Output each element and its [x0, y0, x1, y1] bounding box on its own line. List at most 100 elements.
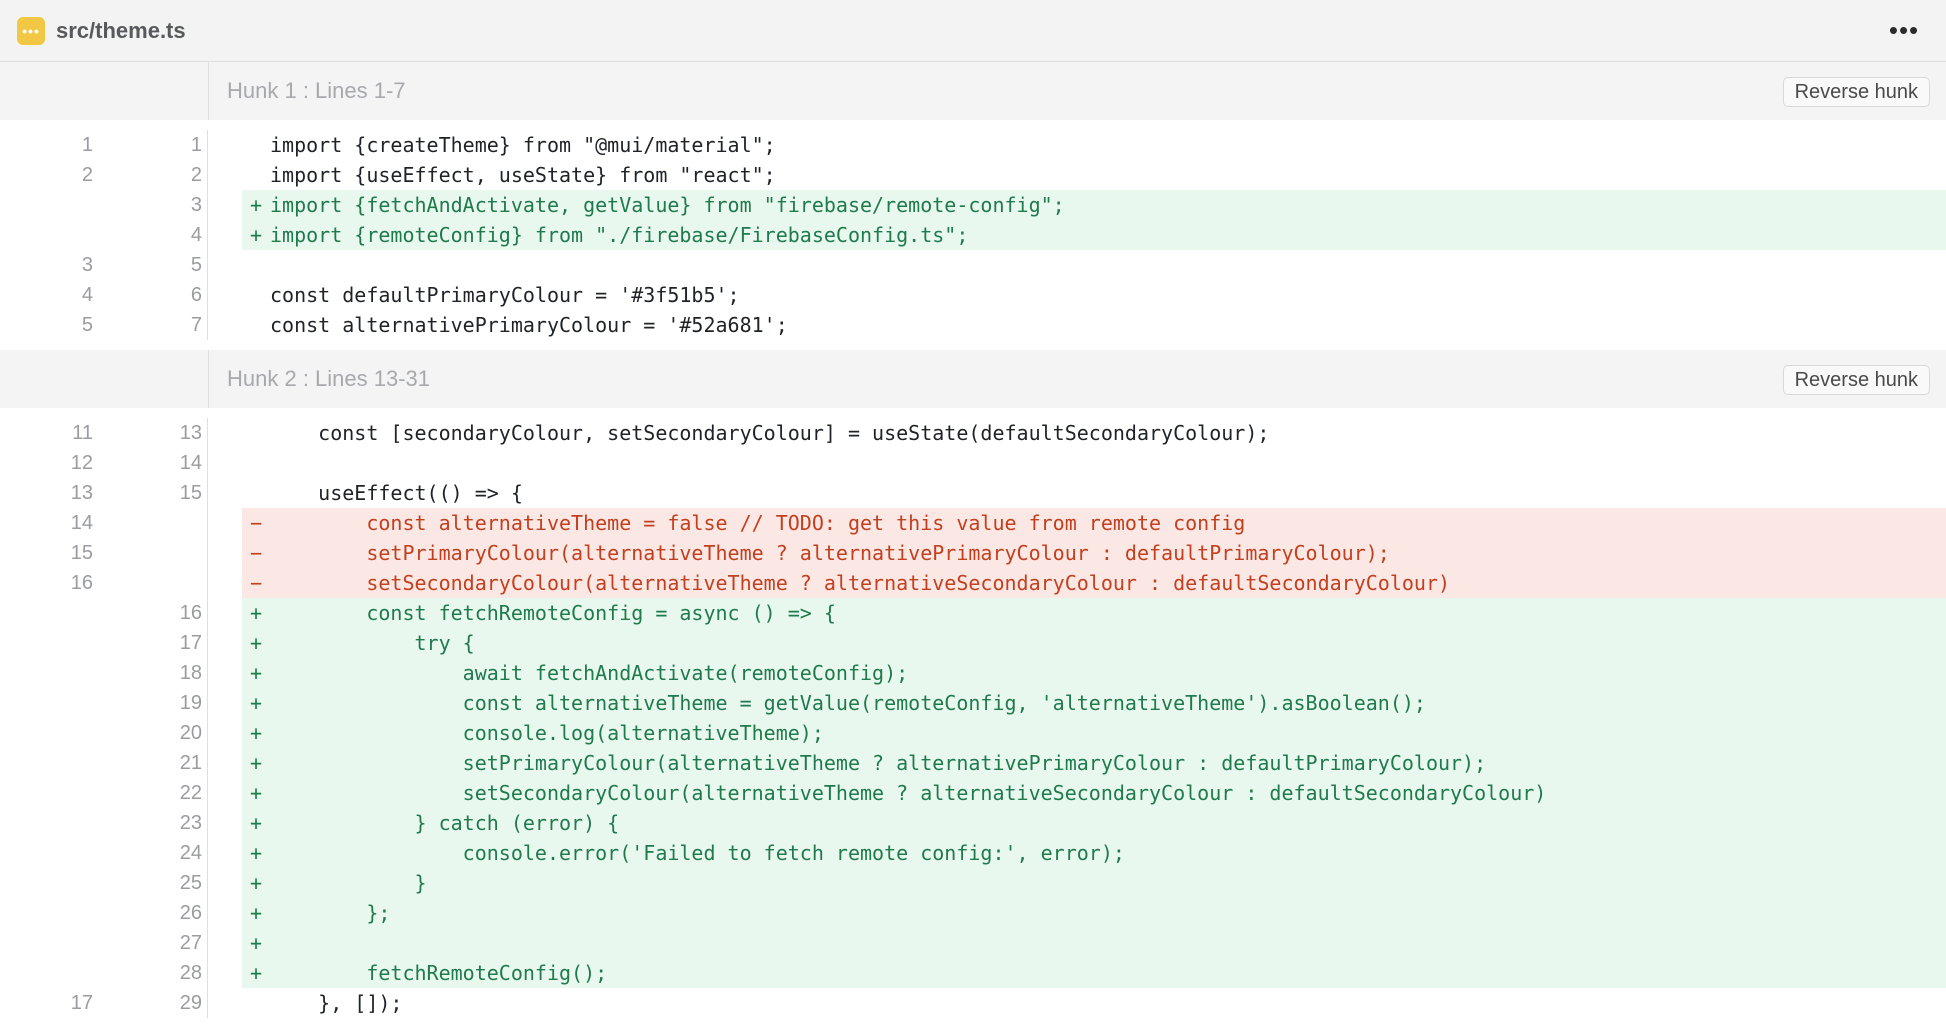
code-cell: + } catch (error) {: [242, 808, 1946, 838]
new-line-number: 20: [104, 718, 208, 748]
hunk-gutter: [0, 350, 209, 408]
old-line-number: [0, 598, 104, 628]
added-line: 27 +: [0, 928, 1946, 958]
hunk-header: Hunk 1 : Lines 1-7 Reverse hunk: [0, 62, 1946, 120]
new-line-number: 23: [104, 808, 208, 838]
hunk-title: Hunk 2 : Lines 13-31: [227, 366, 431, 391]
code-cell: + const fetchRemoteConfig = async () => …: [242, 598, 1946, 628]
diff-sign: +: [249, 961, 263, 985]
context-line: 5 7 const alternativePrimaryColour = '#52a…: [0, 310, 1946, 340]
diff-sign: +: [249, 661, 263, 685]
new-line-number: 3: [104, 190, 208, 220]
new-line-number: [104, 538, 208, 568]
code-cell: + await fetchAndActivate(remoteConfig);: [242, 658, 1946, 688]
reverse-hunk-button[interactable]: Reverse hunk: [1782, 77, 1930, 107]
context-line: 11 13 const [secondaryColour, setSecondar…: [0, 418, 1946, 448]
new-line-number: 15: [104, 478, 208, 508]
added-line: 26 + };: [0, 898, 1946, 928]
code-cell: + fetchRemoteConfig();: [242, 958, 1946, 988]
code-text: import {useEffect, useState} from "react…: [270, 163, 776, 187]
context-line: 2 2 import {useEffect, useState} from "rea…: [0, 160, 1946, 190]
new-line-number: 29: [104, 988, 208, 1018]
diff-sign: −: [249, 541, 263, 565]
old-line-number: [0, 718, 104, 748]
code-cell: + const alternativeTheme = getValue(remo…: [242, 688, 1946, 718]
added-line: 19 + const alternativeTheme = getValue(re…: [0, 688, 1946, 718]
diff-sign: +: [249, 691, 263, 715]
hunk-title: Hunk 1 : Lines 1-7: [227, 78, 406, 103]
old-line-number: [0, 190, 104, 220]
code-cell: [242, 250, 1946, 280]
code-cell: + console.log(alternativeTheme);: [242, 718, 1946, 748]
old-line-number: [0, 808, 104, 838]
code-cell: +: [242, 928, 1946, 958]
diff-sign: +: [249, 631, 263, 655]
diff-sign: +: [249, 781, 263, 805]
diff-sign: +: [249, 223, 263, 247]
diff-sign: +: [249, 193, 263, 217]
code-text: }: [270, 871, 427, 895]
diff-sign: +: [249, 901, 263, 925]
new-line-number: 18: [104, 658, 208, 688]
new-line-number: 4: [104, 220, 208, 250]
hunk-body: 11 13 const [secondaryColour, setSecondar…: [0, 408, 1946, 1018]
diff-sign: +: [249, 721, 263, 745]
more-options-button[interactable]: •••: [1882, 14, 1926, 46]
code-text: fetchRemoteConfig();: [270, 961, 608, 985]
added-line: 16 + const fetchRemoteConfig = async () =…: [0, 598, 1946, 628]
diff-sign: +: [249, 931, 263, 955]
new-line-number: 14: [104, 448, 208, 478]
code-cell: + console.error('Failed to fetch remote …: [242, 838, 1946, 868]
file-path: src/theme.ts: [56, 17, 186, 43]
diff-sign: +: [249, 871, 263, 895]
added-line: 22 + setSecondaryColour(alternativeTheme …: [0, 778, 1946, 808]
old-line-number: 16: [70, 572, 93, 594]
code-text: const alternativeTheme = getValue(remote…: [270, 691, 1426, 715]
context-line: 13 15 useEffect(() => {: [0, 478, 1946, 508]
new-line-number: 21: [104, 748, 208, 778]
new-line-number: 6: [104, 280, 208, 310]
code-cell: − setSecondaryColour(alternativeTheme ? …: [242, 568, 1946, 598]
added-line: 17 + try {: [0, 628, 1946, 658]
added-line: 3 + import {fetchAndActivate, getValue} fr…: [0, 190, 1946, 220]
code-cell: useEffect(() => {: [242, 478, 1946, 508]
context-line: 4 6 const defaultPrimaryColour = '#3f51b5'…: [0, 280, 1946, 310]
code-text: const alternativeTheme = false // TODO: …: [270, 511, 1246, 535]
code-cell: + import {remoteConfig} from "./firebase/…: [242, 220, 1946, 250]
removed-line: 15 − setPrimaryColour(alternativeTheme ? …: [0, 538, 1946, 568]
code-text: setSecondaryColour(alternativeTheme ? al…: [270, 781, 1547, 805]
code-cell: + setPrimaryColour(alternativeTheme ? al…: [242, 748, 1946, 778]
old-line-number: [0, 958, 104, 988]
old-line-number: 14: [70, 512, 93, 534]
ellipsis-icon: •••: [1888, 14, 1920, 45]
added-line: 23 + } catch (error) {: [0, 808, 1946, 838]
new-line-number: 25: [104, 868, 208, 898]
old-line-number: 11: [72, 422, 93, 444]
code-cell: − const alternativeTheme = false // TODO…: [242, 508, 1946, 538]
new-line-number: 17: [104, 628, 208, 658]
new-line-number: [104, 508, 208, 538]
code-text: console.error('Failed to fetch remote co…: [270, 841, 1125, 865]
old-line-number: 4: [81, 284, 93, 306]
code-text: }, []);: [270, 991, 403, 1015]
new-line-number: 7: [104, 310, 208, 340]
diff-sign: +: [249, 751, 263, 775]
code-cell: + import {fetchAndActivate, getValue} fro…: [242, 190, 1946, 220]
code-cell: [242, 448, 1946, 478]
old-line-number: 17: [70, 992, 93, 1014]
diff-sign: +: [249, 601, 263, 625]
diff-sign: +: [249, 841, 263, 865]
new-line-number: 26: [104, 898, 208, 928]
code-text: import {fetchAndActivate, getValue} from…: [270, 193, 1065, 217]
removed-line: 16 − setSecondaryColour(alternativeTheme …: [0, 568, 1946, 598]
old-line-number: 3: [81, 254, 93, 276]
code-text: const fetchRemoteConfig = async () => {: [270, 601, 836, 625]
code-text: setPrimaryColour(alternativeTheme ? alte…: [270, 751, 1487, 775]
new-line-number: 5: [104, 250, 208, 280]
old-line-number: [0, 898, 104, 928]
reverse-hunk-button[interactable]: Reverse hunk: [1782, 365, 1930, 395]
hunk-header: Hunk 2 : Lines 13-31 Reverse hunk: [0, 350, 1946, 408]
context-line: 35: [0, 250, 1946, 280]
code-text: import {remoteConfig} from "./firebase/F…: [270, 223, 969, 247]
context-line: 17 29 }, []);: [0, 988, 1946, 1018]
